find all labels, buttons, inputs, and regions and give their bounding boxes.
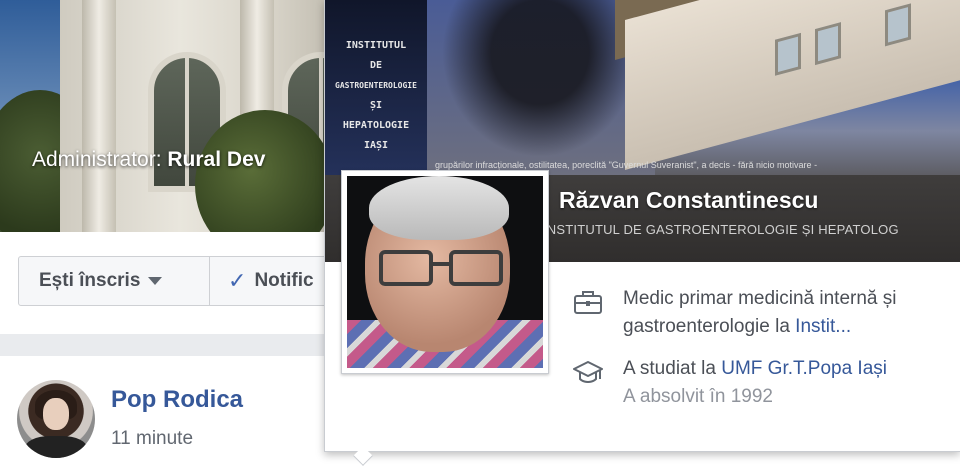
chevron-down-icon — [148, 277, 163, 285]
education-school-link[interactable]: UMF Gr.T.Popa Iași — [721, 358, 887, 379]
education-line: A studiat la UMF Gr.T.Popa Iași — [623, 355, 953, 383]
briefcase-icon — [574, 291, 602, 314]
sign-line: ȘI — [369, 100, 383, 111]
checkmark-icon: ✓ — [228, 268, 247, 293]
joined-button-label: Ești înscris — [39, 270, 141, 291]
sign-line: HEPATOLOGIE — [342, 120, 410, 131]
cover-building — [625, 0, 960, 170]
avatar[interactable] — [17, 380, 95, 458]
joined-button[interactable]: Ești înscris — [18, 256, 210, 306]
education-prefix: A studiat la — [623, 358, 722, 379]
building-window — [775, 32, 801, 76]
graduation-cap-icon — [573, 361, 603, 383]
work-employer-link[interactable]: Instit... — [795, 316, 851, 337]
work-info-row: Medic primar medicină internă și gastroe… — [573, 285, 953, 341]
building-window — [815, 22, 841, 66]
sign-line: GASTROENTEROLOGIE — [335, 81, 417, 90]
education-info-row: A studiat la UMF Gr.T.Popa Iași A absolv… — [573, 355, 953, 411]
photo-glasses — [379, 250, 507, 288]
avatar-shirt — [25, 436, 87, 458]
hovercard-info: Medic primar medicină internă și gastroe… — [573, 285, 953, 425]
hovercard-profile-photo[interactable] — [341, 170, 549, 374]
work-line-2: gastroenterologie la Instit... — [623, 313, 953, 341]
post-author-link[interactable]: Pop Rodica — [111, 386, 243, 414]
notifications-button-label: Notific — [254, 270, 314, 291]
photo-hair — [369, 176, 509, 240]
hovercard-name-link[interactable]: Răzvan Constantinescu — [559, 187, 818, 214]
profile-photo-image — [347, 176, 543, 368]
post-timestamp[interactable]: 11 minute — [111, 428, 193, 450]
hovercard-subtitle: INSTITUTUL DE GASTROENTEROLOGIE ȘI HEPAT… — [543, 222, 899, 237]
group-admin-line: Administrator: Rural Dev — [32, 148, 265, 172]
work-line-2-text: gastroenterologie la — [623, 316, 796, 337]
avatar-face — [43, 398, 69, 430]
building-column — [82, 0, 116, 232]
education-detail: A absolvit în 1992 — [623, 386, 773, 407]
work-line-1: Medic primar medicină internă și — [623, 288, 897, 309]
sign-line: INSTITUTUL — [345, 40, 407, 51]
admin-label: Administrator: — [32, 148, 162, 171]
profile-hovercard: INSTITUTUL DE GASTROENTEROLOGIE ȘI HEPAT… — [324, 0, 960, 452]
building-window — [885, 3, 911, 47]
sign-line: IAȘI — [363, 140, 389, 151]
admin-name-link[interactable]: Rural Dev — [167, 148, 265, 171]
sign-line: DE — [369, 60, 383, 71]
institute-sign: INSTITUTUL DE GASTROENTEROLOGIE ȘI HEPAT… — [325, 0, 427, 175]
